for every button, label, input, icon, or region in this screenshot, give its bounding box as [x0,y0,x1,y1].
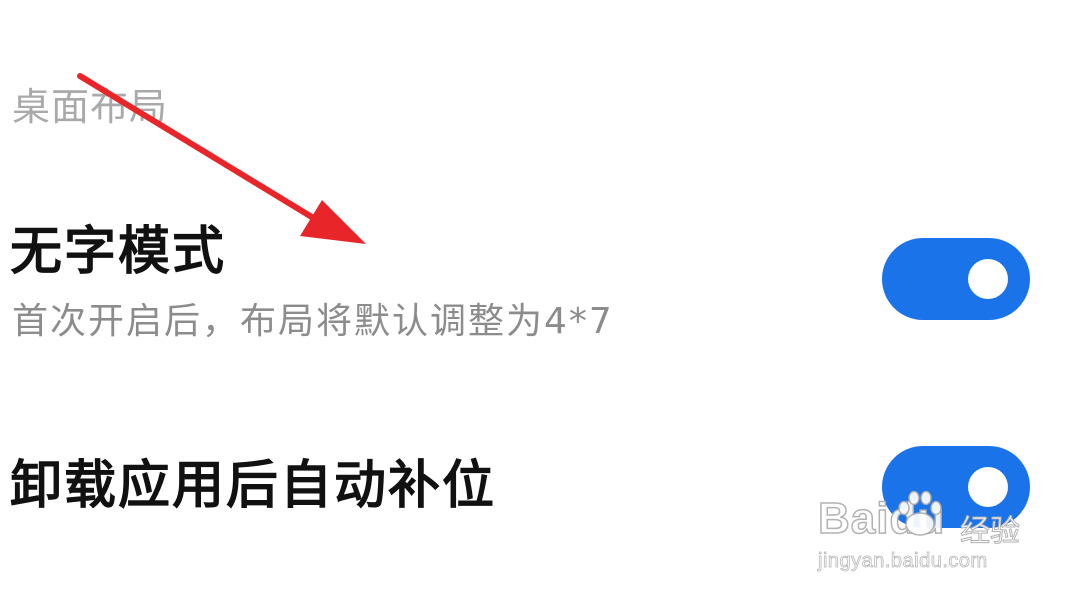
paw-icon [898,490,942,536]
toggle-knob [968,259,1008,299]
watermark-logo-cn: 经验 [960,514,1021,550]
setting-title-no-text-mode: 无字模式 [10,222,227,282]
toggle-no-text-mode[interactable] [882,238,1030,320]
watermark-url: jingyan.baidu.com [818,550,988,573]
setting-title-auto-fill-after-uninstall: 卸载应用后自动补位 [10,456,497,516]
baidu-jingyan-watermark: Baidu 经验 jingyan.baidu.com [812,476,1052,586]
settings-page: 桌面布局 无字模式 首次开启后，布局将默认调整为4*7 卸载应用后自动补位 Ba… [0,0,1066,600]
section-title-desktop-layout: 桌面布局 [12,85,169,129]
setting-subtitle-no-text-mode: 首次开启后，布局将默认调整为4*7 [12,301,614,342]
